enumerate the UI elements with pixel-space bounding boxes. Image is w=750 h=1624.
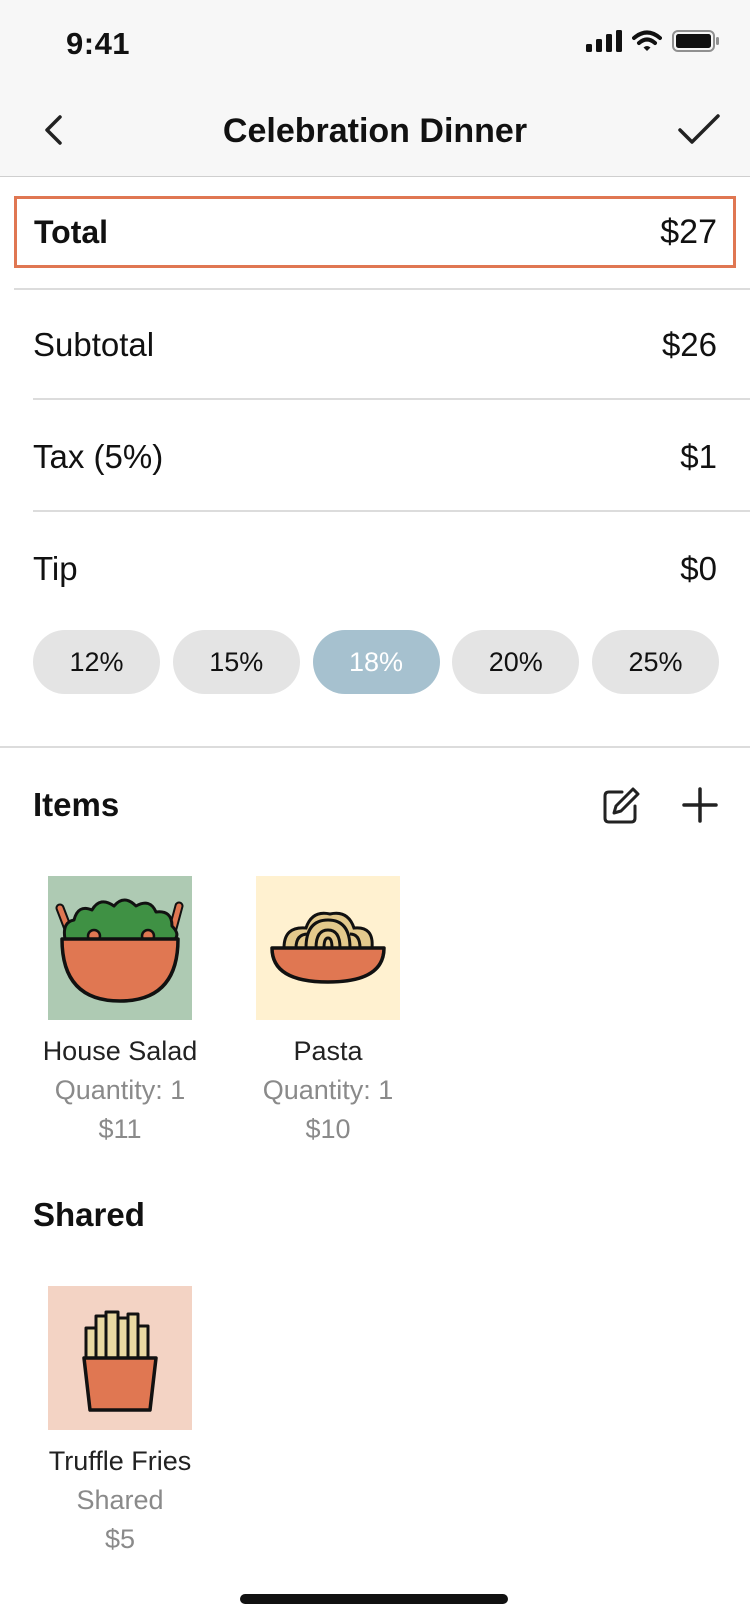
tip-option-18[interactable]: 18%: [312, 630, 440, 694]
total-label: Total: [34, 213, 109, 250]
subtotal-row: Subtotal $26: [33, 325, 717, 365]
tip-option-15[interactable]: 15%: [172, 630, 300, 694]
navigation-header: 9:41 Celebration Dinner: [0, 0, 750, 177]
item-card-house-salad[interactable]: House Salad Quantity: 1 $11: [20, 876, 220, 1145]
items-section-title: Items: [33, 786, 120, 823]
item-card-truffle-fries[interactable]: Truffle Fries Shared $5: [20, 1286, 220, 1555]
subtotal-label: Subtotal: [33, 326, 155, 363]
status-time: 9:41: [66, 26, 131, 61]
home-indicator: [240, 1594, 508, 1604]
tip-value: $0: [680, 550, 717, 587]
item-card-pasta[interactable]: Pasta Quantity: 1 $10: [228, 876, 428, 1145]
item-price: $5: [104, 1524, 136, 1554]
total-row: Total $27: [14, 196, 736, 268]
checkmark-icon[interactable]: [674, 108, 724, 152]
tip-label: Tip: [33, 550, 78, 587]
section-divider: [0, 746, 750, 748]
total-value: $27: [660, 212, 717, 251]
item-quantity: Quantity: 1: [262, 1075, 394, 1105]
shared-section-title: Shared: [33, 1196, 145, 1233]
tip-option-12[interactable]: 12%: [33, 630, 160, 694]
edit-icon[interactable]: [600, 785, 642, 827]
status-icons: [586, 30, 720, 52]
tip-option-25[interactable]: 25%: [592, 630, 719, 694]
item-shared-label: Shared: [76, 1485, 164, 1515]
fries-icon: [48, 1286, 192, 1430]
divider: [33, 510, 750, 512]
tax-value: $1: [680, 438, 717, 475]
tip-row: Tip $0: [33, 549, 717, 589]
divider: [33, 398, 750, 400]
item-price: $10: [305, 1114, 351, 1144]
divider: [14, 288, 750, 290]
pasta-icon: [256, 876, 400, 1020]
tax-row: Tax (5%) $1: [33, 437, 717, 477]
tax-label: Tax (5%): [33, 438, 164, 475]
salad-icon: [48, 876, 192, 1020]
item-price: $11: [98, 1114, 142, 1144]
cellular-signal-icon: [586, 30, 622, 52]
tip-option-20[interactable]: 20%: [452, 630, 580, 694]
add-icon[interactable]: [680, 785, 720, 825]
page-title: Celebration Dinner: [222, 112, 528, 150]
wifi-icon: [632, 30, 662, 51]
subtotal-value: $26: [661, 326, 717, 363]
item-name: Truffle Fries: [48, 1446, 192, 1476]
tip-percentage-selector: 12% 15% 18% 20% 25%: [33, 630, 719, 694]
item-quantity: Quantity: 1: [54, 1075, 186, 1105]
battery-icon: [672, 30, 719, 52]
item-name: Pasta: [293, 1036, 363, 1066]
item-name: House Salad: [42, 1036, 198, 1066]
